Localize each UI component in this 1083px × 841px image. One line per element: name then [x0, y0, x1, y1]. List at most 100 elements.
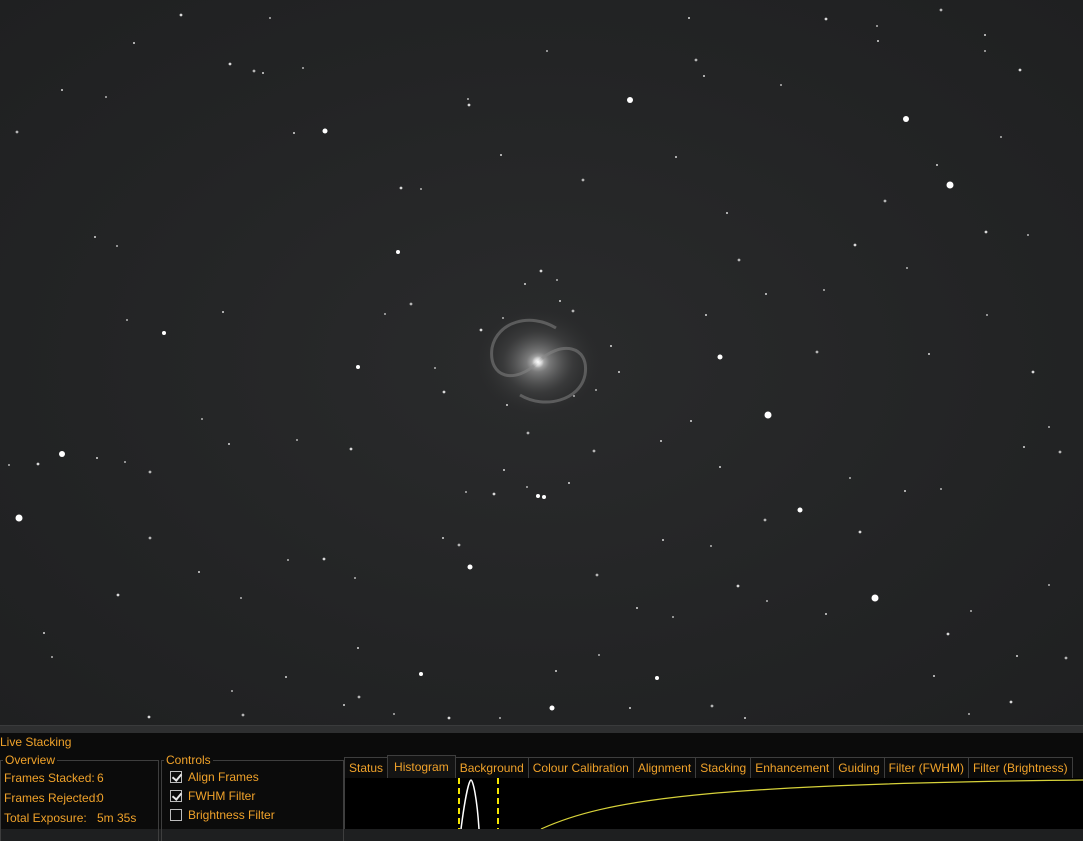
faint-star — [447, 716, 451, 720]
faint-star — [823, 289, 825, 291]
live-stacking-panel: Live Stacking Overview Frames Stacked: 6… — [0, 733, 1083, 841]
faint-star — [1009, 700, 1013, 704]
faint-star — [694, 58, 698, 62]
align-frames-checkbox[interactable]: Align Frames — [170, 769, 259, 785]
faint-star — [581, 178, 585, 182]
tab-alignment[interactable]: Alignment — [632, 757, 697, 778]
frames-rejected-label: Frames Rejected: — [4, 791, 99, 805]
faint-star — [124, 461, 126, 463]
faint-star — [546, 50, 548, 52]
faint-star — [240, 597, 242, 599]
tab-status[interactable]: Status — [344, 757, 389, 778]
tab-enhancement[interactable]: Enhancement — [750, 757, 835, 778]
faint-star — [939, 8, 943, 12]
faint-star — [726, 212, 728, 214]
faint-star — [43, 632, 45, 634]
faint-star — [503, 469, 505, 471]
bright-star — [903, 116, 909, 122]
faint-star — [148, 536, 152, 540]
bright-star — [549, 705, 555, 711]
faint-star — [1023, 446, 1025, 448]
stacked-image-view[interactable] — [0, 0, 1083, 725]
checkbox-unchecked-icon[interactable] — [170, 809, 182, 821]
faint-star — [499, 717, 501, 719]
faint-star — [636, 607, 638, 609]
faint-star — [556, 279, 558, 281]
faint-star — [780, 84, 782, 86]
histogram-curve — [460, 779, 480, 830]
faint-star — [116, 245, 118, 247]
faint-star — [765, 293, 767, 295]
faint-star — [592, 449, 596, 453]
tab-filter-fwhm[interactable]: Filter (FWHM) — [883, 757, 969, 778]
faint-star — [393, 713, 395, 715]
faint-star — [618, 371, 620, 373]
faint-star — [904, 490, 906, 492]
faint-star — [526, 486, 528, 488]
faint-star — [705, 314, 707, 316]
bright-star — [542, 495, 546, 499]
tab-filter-brightness[interactable]: Filter (Brightness) — [967, 757, 1073, 778]
fwhm-filter-checkbox[interactable]: FWHM Filter — [170, 788, 255, 804]
faint-star — [595, 573, 599, 577]
faint-star — [285, 676, 287, 678]
faint-star — [1058, 450, 1062, 454]
faint-star — [1016, 655, 1018, 657]
faint-star — [116, 593, 120, 597]
faint-star — [629, 707, 631, 709]
faint-star — [465, 491, 467, 493]
faint-star — [222, 311, 224, 313]
faint-star — [147, 715, 151, 719]
galaxy — [474, 306, 602, 418]
faint-star — [690, 420, 692, 422]
faint-star — [825, 613, 827, 615]
bright-star — [59, 451, 65, 457]
faint-star — [660, 440, 662, 442]
faint-star — [853, 243, 857, 247]
brightness-filter-checkbox[interactable]: Brightness Filter — [170, 807, 275, 823]
checkbox-checked-icon[interactable] — [170, 771, 182, 783]
faint-star — [1027, 234, 1029, 236]
faint-star — [252, 69, 256, 73]
tab-guiding[interactable]: Guiding — [833, 757, 885, 778]
faint-star — [539, 269, 543, 273]
checkbox-checked-icon[interactable] — [170, 790, 182, 802]
faint-star — [492, 492, 496, 496]
faint-star — [409, 302, 413, 306]
faint-star — [442, 390, 446, 394]
faint-star — [737, 258, 741, 262]
faint-star — [1000, 136, 1002, 138]
faint-star — [763, 518, 767, 522]
faint-star — [1018, 68, 1022, 72]
faint-star — [420, 188, 422, 190]
faint-star — [1031, 370, 1035, 374]
faint-star — [744, 717, 746, 719]
panel-title: Live Stacking — [0, 735, 72, 749]
faint-star — [467, 98, 469, 100]
faint-star — [710, 545, 712, 547]
frames-stacked-value: 6 — [97, 771, 104, 785]
faint-star — [526, 431, 530, 435]
faint-star — [559, 300, 561, 302]
faint-star — [198, 571, 200, 573]
faint-star — [231, 690, 233, 692]
tab-background[interactable]: Background — [454, 757, 529, 778]
faint-star — [467, 103, 471, 107]
controls-title: Controls — [164, 753, 213, 767]
tab-histogram[interactable]: Histogram — [387, 755, 456, 778]
faint-star — [241, 713, 245, 717]
total-exposure-label: Total Exposure: — [4, 811, 87, 825]
faint-star — [986, 314, 988, 316]
faint-star — [479, 328, 483, 332]
faint-star — [568, 482, 570, 484]
total-exposure-value: 5m 35s — [97, 811, 137, 825]
bright-star — [356, 365, 360, 369]
bright-star — [162, 331, 166, 335]
tab-stacking[interactable]: Stacking — [695, 757, 752, 778]
faint-star — [703, 75, 705, 77]
tab-colour-calibration[interactable]: Colour Calibration — [527, 757, 634, 778]
histogram-plot[interactable] — [344, 778, 1083, 830]
faint-star — [984, 50, 986, 52]
faint-star — [877, 40, 879, 42]
faint-star — [595, 389, 597, 391]
